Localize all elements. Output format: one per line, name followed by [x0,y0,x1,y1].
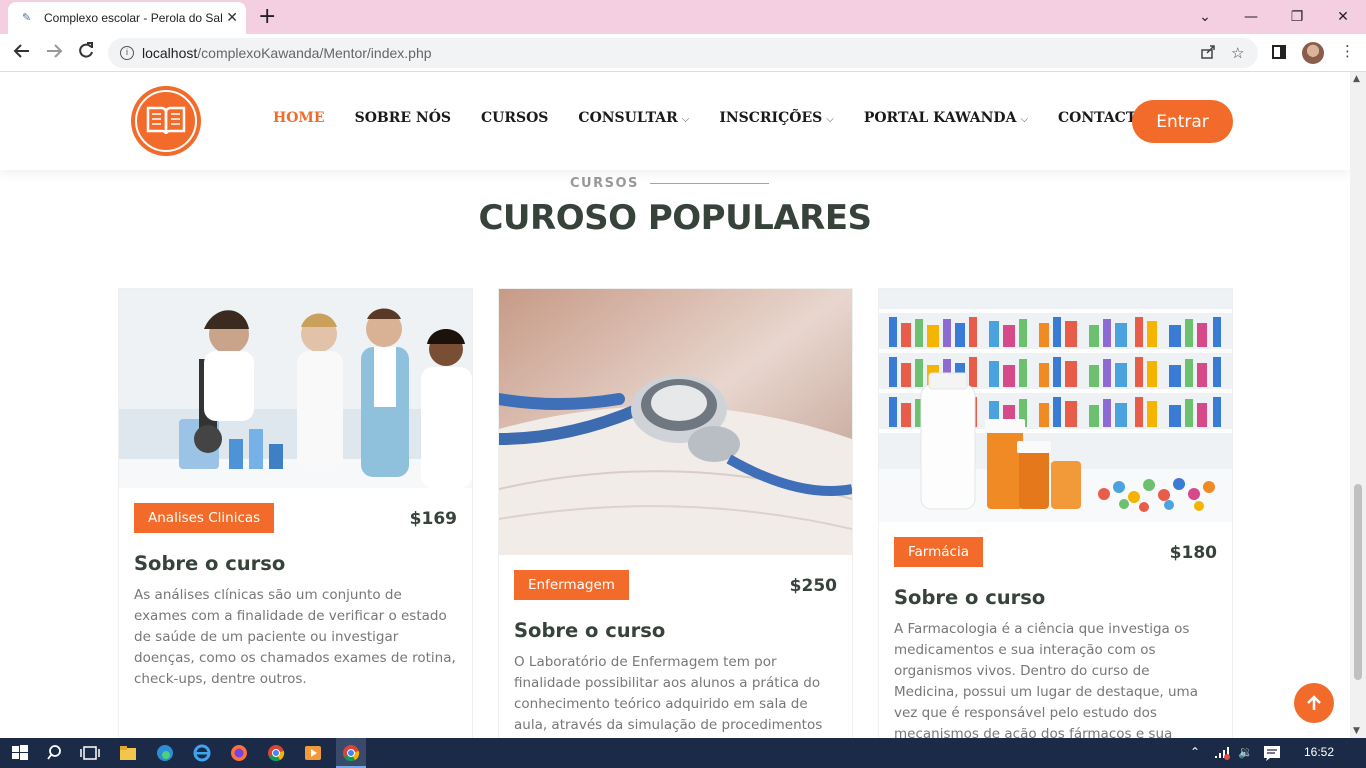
nav-home[interactable]: HOME [273,110,325,126]
reload-icon[interactable] [74,42,98,65]
course-image-lab [119,289,472,488]
internet-explorer-icon[interactable] [192,743,212,763]
main-nav: HOME SOBRE NÓS CURSOS CONSULTAR ⌵ INSCRIÇ… [273,110,1178,126]
network-icon[interactable] [1212,743,1232,763]
forward-icon[interactable] [42,42,66,65]
scroll-down-arrow-icon[interactable]: ▼ [1353,726,1360,736]
browser-toolbar: i localhost/complexoKawanda/Mentor/index… [0,34,1366,72]
nav-cursos-label: CURSOS [481,110,549,126]
task-view-icon[interactable] [80,743,100,763]
course-meta: Farmácia $180 [879,522,1232,586]
nav-portal-kawanda-label: PORTAL KAWANDA [863,110,1017,126]
course-description: O Laboratório de Enfermagem tem por fina… [514,654,823,733]
tab-search-icon[interactable]: ⌄ [1182,0,1228,34]
course-price: $169 [409,509,457,529]
web-page: HOME SOBRE NÓS CURSOS CONSULTAR ⌵ INSCRIÇ… [0,72,1350,738]
firefox-icon[interactable] [229,743,249,763]
eyebrow-divider [650,183,769,184]
course-card[interactable]: Analises Clinicas $169 Sobre o curso As … [118,288,473,738]
nav-inscricoes-label: INSCRIÇÕES [719,110,823,126]
windows-start-icon[interactable] [10,743,30,763]
course-heading[interactable]: Sobre o curso [879,586,1232,609]
course-image-stethoscope [499,289,852,555]
course-description: As análises clínicas são um conjunto de … [134,587,456,687]
scrollbar-thumb[interactable] [1354,484,1362,680]
share-icon[interactable] [1200,44,1216,64]
browser-tab[interactable]: ✎ Complexo escolar - Perola do Sal ✕ [8,2,246,34]
course-heading[interactable]: Sobre o curso [499,619,852,642]
page-scrollbar[interactable]: ▲ ▼ [1350,72,1366,738]
course-price: $250 [789,576,837,596]
arrow-up-icon [1307,695,1321,710]
nav-sobre-nos[interactable]: SOBRE NÓS [355,110,451,126]
browser-tab-strip: ✎ Complexo escolar - Perola do Sal ✕ + ⌄… [0,0,1366,34]
bookmark-star-icon[interactable]: ☆ [1231,44,1244,62]
tab-close-icon[interactable]: ✕ [226,10,238,26]
nav-inscricoes[interactable]: INSCRIÇÕES ⌵ [719,110,834,126]
course-card[interactable]: Farmácia $180 Sobre o curso A Farmacolog… [878,288,1233,738]
url-host: localhost [142,45,198,61]
chrome-icon[interactable] [266,743,286,763]
course-price: $180 [1169,543,1217,563]
course-image-pharmacy [879,289,1232,522]
scroll-to-top-button[interactable] [1294,683,1334,723]
open-book-icon [146,106,186,135]
entrar-button[interactable]: Entrar [1132,100,1233,143]
course-heading[interactable]: Sobre o curso [119,552,472,575]
edge-icon[interactable] [155,743,175,763]
chrome-active-icon [343,745,360,762]
course-meta: Analises Clinicas $169 [119,488,472,552]
scroll-up-arrow-icon[interactable]: ▲ [1353,74,1360,84]
chevron-down-icon: ⌵ [826,114,834,125]
close-window-button[interactable]: ✕ [1320,0,1366,34]
restore-button[interactable]: ❐ [1274,0,1320,34]
active-chrome-taskbar-item[interactable] [336,738,366,768]
course-meta: Enfermagem $250 [499,555,852,619]
course-category-badge[interactable]: Enfermagem [514,570,629,600]
nav-consultar-label: CONSULTAR [578,110,678,126]
url-path: /complexoKawanda/Mentor/index.php [197,45,432,61]
course-card[interactable]: Enfermagem $250 Sobre o curso O Laborató… [498,288,853,738]
address-bar[interactable]: i localhost/complexoKawanda/Mentor/index… [108,38,1258,68]
site-logo[interactable] [131,86,201,156]
nav-portal-kawanda[interactable]: PORTAL KAWANDA ⌵ [864,110,1028,126]
chevron-down-icon: ⌵ [681,114,690,125]
site-info-icon[interactable]: i [120,46,134,60]
back-icon[interactable] [10,42,34,65]
taskbar-clock[interactable]: 16:52 [1304,745,1334,759]
course-category-badge[interactable]: Farmácia [894,537,983,567]
course-category-badge[interactable]: Analises Clinicas [134,503,275,533]
nav-cursos[interactable]: CURSOS [481,110,548,126]
course-description: A Farmacologia é a ciência que investiga… [894,621,1198,738]
profile-avatar[interactable] [1302,42,1324,64]
section-title: CUROSO POPULARES [478,198,872,238]
page-favicon-icon: ✎ [22,11,32,24]
nav-home-label: HOME [273,110,325,126]
volume-icon[interactable]: 🔉 [1238,745,1253,759]
side-panel-icon[interactable] [1271,44,1287,64]
file-explorer-icon[interactable] [118,743,138,763]
section-eyebrow: CURSOS [570,176,639,191]
media-player-icon[interactable] [303,743,323,763]
windows-taskbar: ⌃ 🔉 16:52 [0,738,1366,768]
nav-sobre-nos-label: SOBRE NÓS [354,110,452,126]
url-text: localhost/complexoKawanda/Mentor/index.p… [142,45,432,61]
minimize-button[interactable]: — [1228,0,1274,34]
tab-title: Complexo escolar - Perola do Sal [44,11,223,25]
nav-consultar[interactable]: CONSULTAR ⌵ [578,110,689,126]
show-hidden-icons-icon[interactable]: ⌃ [1190,745,1200,759]
chevron-down-icon: ⌵ [1020,114,1029,125]
site-header: HOME SOBRE NÓS CURSOS CONSULTAR ⌵ INSCRIÇ… [0,72,1350,170]
notifications-icon[interactable] [1262,743,1282,763]
browser-menu-icon[interactable]: ⋮ [1340,42,1355,60]
search-icon[interactable] [46,743,66,763]
new-tab-button[interactable]: + [258,4,276,29]
